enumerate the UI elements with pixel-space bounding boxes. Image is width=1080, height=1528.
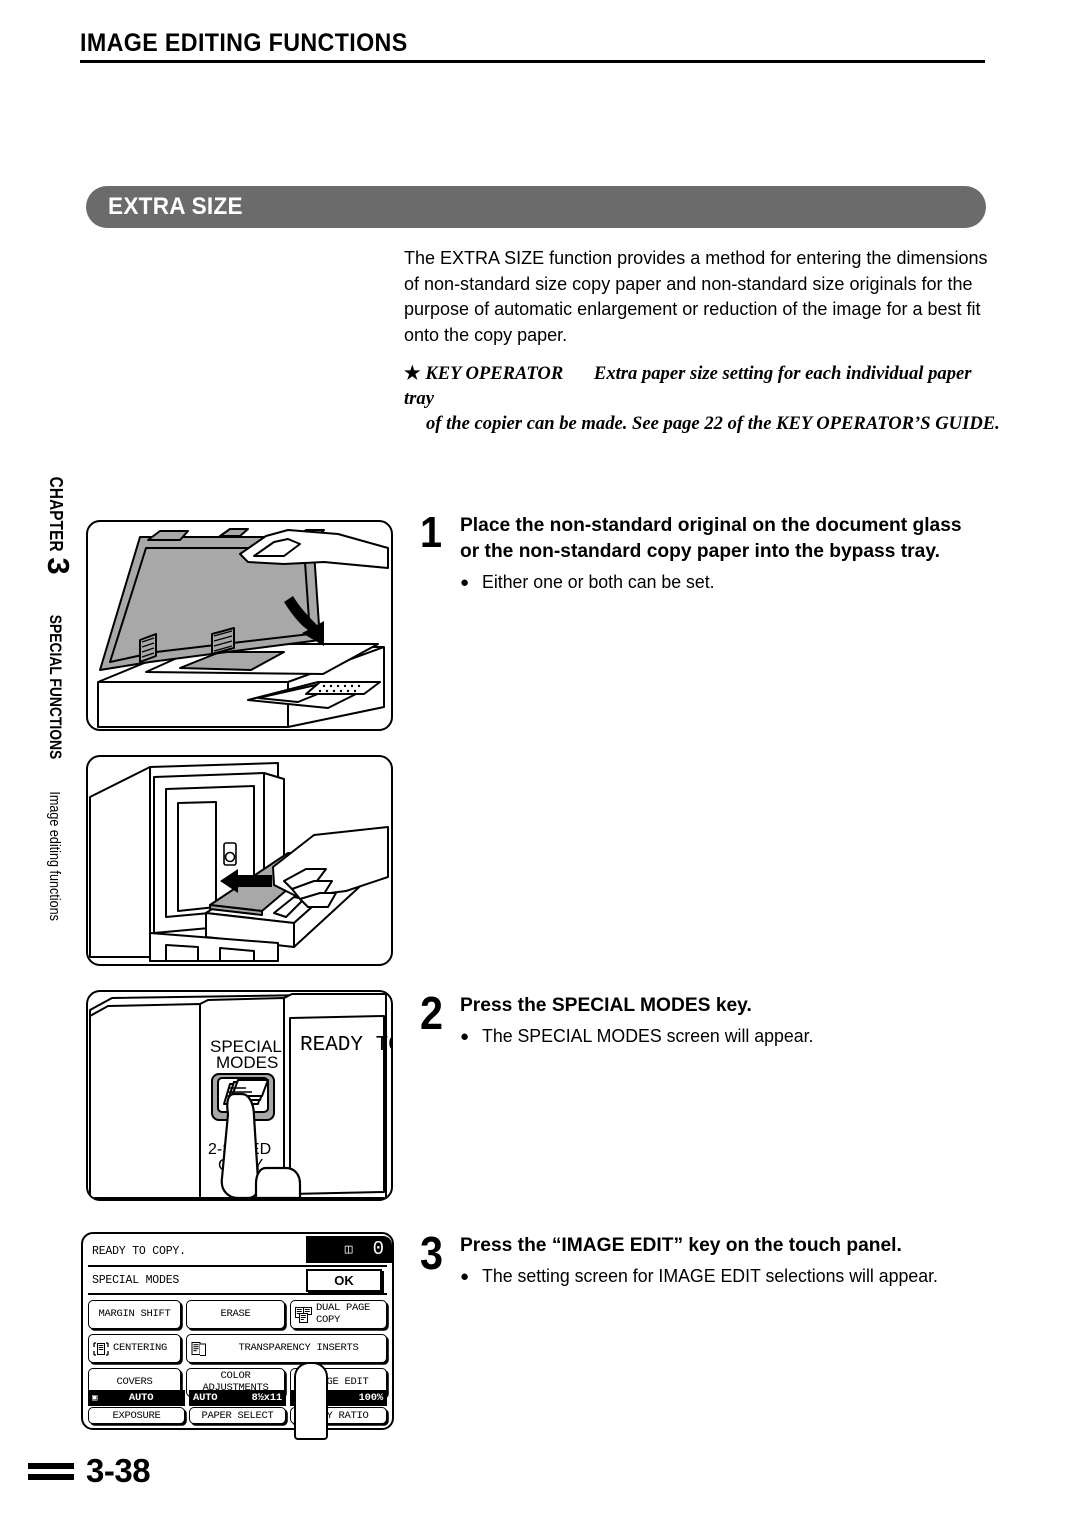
step-3-number: 3	[420, 1227, 444, 1279]
chapter-subtitle-secondary: Image editing functions	[46, 791, 63, 921]
step-1: 1 Place the non-standard original on the…	[420, 508, 1005, 595]
paper-select-button[interactable]: PAPER SELECT	[189, 1407, 286, 1424]
bullet-dot-icon: ●	[460, 574, 470, 591]
intro-paragraph: The EXTRA SIZE function provides a metho…	[404, 247, 988, 345]
page-header: IMAGE EDITING FUNCTIONS	[80, 29, 985, 64]
status-message: READY TO COPY.	[92, 1245, 186, 1258]
erase-button[interactable]: ERASE	[186, 1300, 285, 1329]
dual-page-copy-label-line1: DUAL PAGE	[315, 1302, 370, 1314]
page-title: IMAGE EDITING FUNCTIONS	[80, 29, 408, 57]
margin-shift-label: MARGIN SHIFT	[98, 1307, 171, 1320]
copy-ratio-value: 100	[358, 1392, 378, 1404]
exposure-icon: ▣	[92, 1393, 98, 1403]
key-row-1: MARGIN SHIFT ERASE DUAL PAGE COPY	[88, 1300, 387, 1329]
step-2-bullet: ● The SPECIAL MODES screen will appear.	[460, 1024, 1005, 1049]
touch-panel-status-strip: ▣ AUTO EXPOSURE AUTO 8½x11 PAPER SELECT …	[88, 1390, 387, 1424]
panel-display-text: READY TO	[300, 1034, 391, 1057]
ok-button[interactable]: OK	[306, 1269, 382, 1292]
step-2-heading-line1: Press the SPECIAL MODES key.	[460, 994, 752, 1016]
margin-shift-button[interactable]: MARGIN SHIFT	[88, 1300, 182, 1329]
exposure-value: AUTO	[128, 1392, 154, 1404]
paper-select-value-bar: AUTO 8½x11	[189, 1390, 286, 1406]
dual-page-copy-button[interactable]: DUAL PAGE COPY	[289, 1300, 387, 1329]
step-3-bullet: ● The setting screen for IMAGE EDIT sele…	[460, 1264, 1005, 1289]
page-number: 3-38	[86, 1452, 151, 1489]
special-modes-label-line2: MODES	[216, 1053, 278, 1072]
illustration-special-modes-key: READY TO SPECIAL MODES 2-SIDED COPY	[86, 990, 393, 1201]
touch-panel-screenshot: READY TO COPY. ◫ 0 SPECIAL MODES OK MARG…	[81, 1232, 394, 1440]
step-2: 2 Press the SPECIAL MODES key. ● The SPE…	[420, 987, 1005, 1049]
intro-block: The EXTRA SIZE function provides a metho…	[404, 245, 1004, 436]
key-operator-line2: of the copier can be made. See page 22 o…	[426, 413, 1000, 434]
key-row-2: CENTERING TRANSPARENCY INSERTS	[88, 1334, 387, 1363]
mode-title: SPECIAL MODES	[92, 1274, 180, 1287]
page-footer: 3-38	[28, 1452, 151, 1490]
transparency-inserts-icon	[191, 1341, 207, 1357]
dual-page-copy-label-line2: COPY	[315, 1313, 340, 1326]
copy-ratio-unit: %	[376, 1392, 383, 1404]
bullet-dot-icon: ●	[460, 1268, 470, 1285]
header-rule	[80, 60, 985, 64]
chapter-rail: CHAPTER 3 SPECIAL FUNCTIONS Image editin…	[22, 470, 78, 970]
step-1-heading-line1: Place the non-standard original on the d…	[460, 514, 962, 536]
step-1-bullet: ● Either one or both can be set.	[460, 570, 1005, 595]
paper-select-size: 8½x11	[251, 1392, 282, 1404]
step-1-bullet-text: Either one or both can be set.	[482, 572, 715, 592]
copy-count-box: ◫ 0	[306, 1236, 392, 1263]
exposure-value-bar: ▣ AUTO	[88, 1390, 185, 1406]
step-1-heading-line2: or the non-standard copy paper into the …	[460, 540, 940, 562]
touch-panel-key-grid: MARGIN SHIFT ERASE DUAL PAGE COPY CENTER…	[88, 1295, 387, 1397]
key-operator-note: ★ KEY OPERATOR Extra paper size setting …	[404, 361, 1004, 436]
step-3-heading-line1: Press the “IMAGE EDIT” key on the touch …	[460, 1234, 902, 1256]
illustration-bypass-tray	[86, 755, 393, 966]
chapter-subtitle: SPECIAL FUNCTIONS	[46, 614, 64, 759]
transparency-inserts-button[interactable]: TRANSPARENCY INSERTS	[186, 1334, 387, 1363]
dual-page-copy-label: DUAL PAGE COPY	[315, 1302, 370, 1326]
pointing-finger-overlay-icon	[294, 1362, 328, 1440]
step-2-bullet-text: The SPECIAL MODES screen will appear.	[482, 1026, 814, 1046]
paper-select-status[interactable]: AUTO 8½x11 PAPER SELECT	[189, 1390, 286, 1424]
color-adjustments-label-line1: COLOR	[220, 1370, 251, 1382]
chapter-word: CHAPTER	[46, 476, 66, 552]
chapter-number: 3	[41, 557, 76, 575]
centering-button[interactable]: CENTERING	[88, 1334, 182, 1363]
step-3: 3 Press the “IMAGE EDIT” key on the touc…	[420, 1227, 1005, 1289]
touch-panel-mode-row: SPECIAL MODES OK	[88, 1267, 387, 1295]
section-title: EXTRA SIZE	[108, 193, 243, 220]
footer-bars-decoration	[28, 1462, 74, 1480]
paper-select-value: AUTO	[193, 1392, 218, 1404]
bullet-dot-icon: ●	[460, 1028, 470, 1045]
star-icon: ★	[404, 363, 421, 384]
exposure-status[interactable]: ▣ AUTO EXPOSURE	[88, 1390, 185, 1424]
step-1-number: 1	[420, 508, 443, 557]
covers-label: COVERS	[116, 1375, 153, 1388]
centering-label: CENTERING	[113, 1341, 168, 1354]
copy-count-value: 0	[372, 1238, 384, 1260]
touch-panel-status-row: READY TO COPY. ◫ 0	[88, 1236, 392, 1267]
erase-label: ERASE	[220, 1307, 251, 1320]
step-2-number: 2	[420, 987, 444, 1039]
transparency-inserts-label: TRANSPARENCY INSERTS	[238, 1341, 359, 1354]
illustration-document-glass	[86, 520, 393, 731]
key-operator-label: KEY OPERATOR	[425, 363, 564, 384]
section-header-band: EXTRA SIZE	[86, 186, 986, 228]
centering-icon	[93, 1341, 109, 1357]
paper-tray-icon: ◫	[344, 1242, 353, 1257]
dual-page-copy-icon	[294, 1306, 312, 1323]
exposure-button[interactable]: EXPOSURE	[88, 1407, 185, 1424]
step-3-bullet-text: The setting screen for IMAGE EDIT select…	[482, 1266, 938, 1286]
